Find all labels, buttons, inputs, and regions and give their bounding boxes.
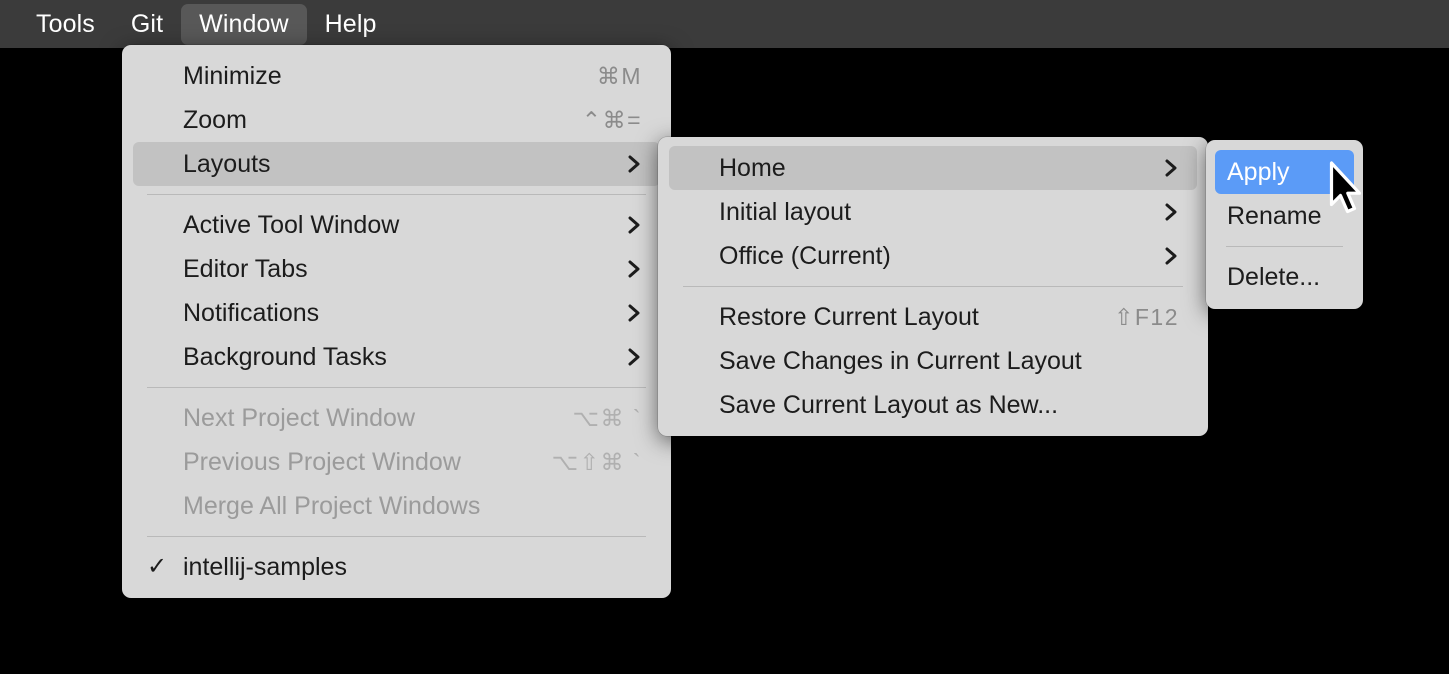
menubar-item-help[interactable]: Help [307,4,395,45]
layout-action-item-apply[interactable]: Apply [1215,150,1354,194]
menu-item-label: Home [719,153,786,182]
window-menu-item-merge-all-project-windows: Merge All Project Windows [133,484,660,528]
menu-item-label: Next Project Window [183,403,416,432]
menu-item-label: Rename [1227,201,1322,230]
menubar-item-tools[interactable]: Tools [18,4,113,45]
layouts-menu-item-office-current[interactable]: Office (Current) [669,234,1197,278]
menu-item-label: Merge All Project Windows [183,491,481,520]
layout-action-item-delete[interactable]: Delete... [1215,255,1354,299]
menu-item-shortcut: ⌃⌘= [581,106,642,133]
chevron-right-icon [626,301,642,325]
window-menu-item-zoom[interactable]: Zoom ⌃⌘= [133,98,660,142]
layouts-menu-item-restore-current-layout[interactable]: Restore Current Layout ⇧F12 [669,295,1197,339]
menu-item-label: Previous Project Window [183,447,461,476]
layouts-menu-item-home[interactable]: Home [669,146,1197,190]
application-menu-bar: Tools Git Window Help [0,0,1449,48]
menu-item-shortcut: ⌥⇧⌘ ` [551,448,642,475]
menu-item-label: Zoom [183,105,247,134]
menu-item-label: Restore Current Layout [719,302,979,331]
menu-separator [147,536,646,537]
layouts-menu-item-initial-layout[interactable]: Initial layout [669,190,1197,234]
chevron-right-icon [626,257,642,281]
window-menu-item-minimize[interactable]: Minimize ⌘M [133,54,660,98]
menubar-item-window[interactable]: Window [181,3,307,45]
menu-item-label: Initial layout [719,197,852,226]
menu-item-label: Delete... [1227,262,1321,291]
menu-separator [683,286,1183,287]
menu-item-label: Background Tasks [183,342,387,371]
menu-item-label: Apply [1227,157,1290,186]
layouts-submenu-panel: Home Initial layout Office (Current) Restor… [658,137,1208,436]
chevron-right-icon [626,152,642,176]
chevron-right-icon [1163,200,1179,224]
menu-item-label: Save Current Layout as New... [719,390,1059,419]
window-menu-item-active-tool-window[interactable]: Active Tool Window [133,203,660,247]
chevron-right-icon [626,213,642,237]
menu-item-shortcut: ⌘M [596,62,642,89]
menu-separator [1226,246,1343,247]
menu-item-label: Notifications [183,298,320,327]
menu-item-shortcut: ⌥⌘ ` [572,404,642,431]
chevron-right-icon [1163,244,1179,268]
chevron-right-icon [1163,156,1179,180]
menu-item-label: Save Changes in Current Layout [719,346,1082,375]
window-menu-item-notifications[interactable]: Notifications [133,291,660,335]
window-menu-item-previous-project-window: Previous Project Window ⌥⇧⌘ ` [133,440,660,484]
menu-item-label: Office (Current) [719,241,891,270]
window-menu-item-background-tasks[interactable]: Background Tasks [133,335,660,379]
window-menu-item-layouts[interactable]: Layouts [133,142,660,186]
window-menu-item-editor-tabs[interactable]: Editor Tabs [133,247,660,291]
layout-action-item-rename[interactable]: Rename [1215,194,1354,238]
checkmark-icon: ✓ [147,553,168,580]
window-menu-panel: Minimize ⌘M Zoom ⌃⌘= Layouts Active Tool Wind… [122,45,671,598]
screen: Tools Git Window Help Minimize ⌘M Zoom ⌃⌘= Layo… [0,0,1449,674]
menu-item-label: Active Tool Window [183,210,400,239]
menu-item-shortcut: ⇧F12 [1114,303,1179,330]
menu-item-label: Minimize [183,61,282,90]
layouts-menu-item-save-current-layout-as-new[interactable]: Save Current Layout as New... [669,383,1197,427]
menu-separator [147,387,646,388]
chevron-right-icon [626,345,642,369]
menu-item-label: Layouts [183,149,271,178]
menubar-item-git[interactable]: Git [113,4,181,45]
layout-actions-submenu-panel: Apply Rename Delete... [1206,140,1363,309]
menu-separator [147,194,646,195]
window-menu-item-intellij-samples[interactable]: ✓ intellij-samples [133,545,660,589]
menu-item-label: intellij-samples [183,552,347,581]
layouts-menu-item-save-changes-in-current-layout[interactable]: Save Changes in Current Layout [669,339,1197,383]
window-menu-item-next-project-window: Next Project Window ⌥⌘ ` [133,396,660,440]
menu-item-label: Editor Tabs [183,254,308,283]
